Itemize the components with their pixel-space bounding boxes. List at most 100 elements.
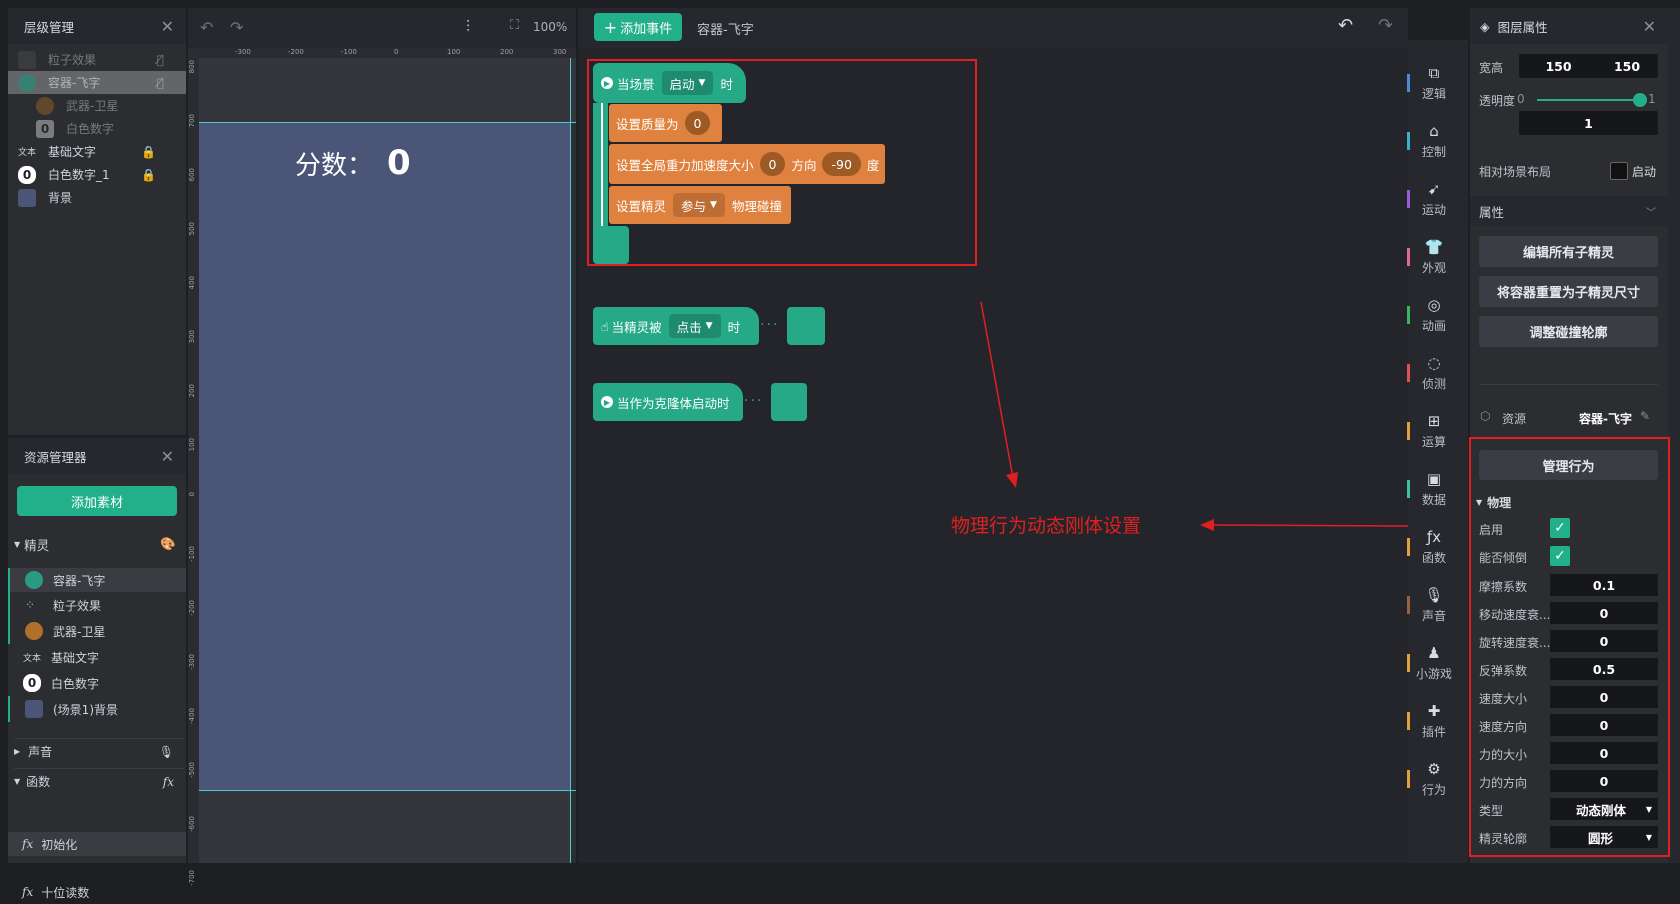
edit-pencil-icon[interactable]: ✎ xyxy=(1640,409,1650,423)
function-icon: ƒx xyxy=(1426,528,1442,546)
motion-icon: ➹ xyxy=(1427,180,1441,198)
restitution-input[interactable]: 0.5 xyxy=(1550,658,1658,680)
expand-arrow-icon: ▼ xyxy=(1476,498,1483,507)
opacity-slider-fill xyxy=(1537,99,1640,101)
category-control[interactable]: ⌂ 控制 xyxy=(1405,122,1463,160)
annotation-text: 物理行为动态刚体设置 xyxy=(951,515,1142,537)
function-item-tens[interactable]: fx 十位读数 xyxy=(8,880,186,904)
control-icon: ⌂ xyxy=(1429,122,1439,140)
close-icon[interactable]: ✕ xyxy=(1643,17,1656,36)
angular-damping-label: 旋转速度衰... xyxy=(1479,636,1551,650)
category-function[interactable]: ƒx 函数 xyxy=(1405,528,1463,566)
opacity-slider-track[interactable] xyxy=(1537,93,1647,107)
category-plugin[interactable]: ✚ 插件 xyxy=(1405,702,1463,740)
divider xyxy=(1479,384,1658,385)
category-logic[interactable]: ⧉ 逻辑 xyxy=(1405,64,1463,102)
physics-section-label: 物理 xyxy=(1487,496,1512,510)
linear-damping-label: 移动速度衰... xyxy=(1479,608,1551,622)
can-tilt-label: 能否倾倒 xyxy=(1479,551,1528,565)
category-label: 函数 xyxy=(1421,551,1446,565)
animation-icon: ◎ xyxy=(1427,296,1441,314)
category-sensing[interactable]: ◌ 侦测 xyxy=(1405,354,1463,392)
speed-direction-label: 速度方向 xyxy=(1479,720,1528,734)
category-label: 运算 xyxy=(1421,435,1446,449)
body-type-value: 动态刚体 xyxy=(1576,802,1627,818)
manage-behavior-button[interactable]: 管理行为 xyxy=(1479,450,1658,480)
minigame-icon: ♟ xyxy=(1427,644,1441,662)
category-label: 插件 xyxy=(1421,725,1446,739)
sprite-shape-label: 精灵轮廓 xyxy=(1479,832,1528,846)
sprite-shape-select[interactable]: 圆形 ▼ xyxy=(1550,826,1658,848)
linear-damping-input[interactable]: 0 xyxy=(1550,602,1658,624)
attributes-section-header[interactable]: 属性 ﹀ xyxy=(1470,196,1668,226)
enable-label: 启用 xyxy=(1479,523,1504,537)
category-label: 侦测 xyxy=(1421,377,1446,391)
category-label: 声音 xyxy=(1421,609,1446,623)
operator-icon: ⊞ xyxy=(1427,412,1441,430)
category-operator[interactable]: ⊞ 运算 xyxy=(1405,412,1463,450)
looks-icon: 👕 xyxy=(1424,238,1444,256)
properties-panel-title: 图层属性 xyxy=(1497,19,1548,35)
force-direction-input[interactable]: 0 xyxy=(1550,770,1658,792)
category-looks[interactable]: 👕 外观 xyxy=(1405,238,1463,276)
category-label: 数据 xyxy=(1421,493,1446,507)
size-label: 宽高 xyxy=(1479,61,1504,75)
opacity-max: 1 xyxy=(1648,92,1656,106)
category-label: 控制 xyxy=(1421,145,1446,159)
enable-checkbox[interactable]: ✓ xyxy=(1550,518,1570,538)
dropdown-arrow-icon: ▼ xyxy=(1645,804,1652,814)
function-icon: fx xyxy=(22,885,34,899)
speed-label: 速度大小 xyxy=(1479,692,1528,706)
properties-panel-header: ◈ 图层属性 ✕ xyxy=(1470,8,1668,44)
width-input[interactable]: 150 xyxy=(1519,54,1598,78)
resource-label: 资源 xyxy=(1502,412,1527,426)
body-type-label: 类型 xyxy=(1479,804,1504,818)
force-input[interactable]: 0 xyxy=(1550,742,1658,764)
resource-value: 容器-飞字 xyxy=(1579,412,1632,426)
force-label: 力的大小 xyxy=(1479,748,1528,762)
category-label: 小游戏 xyxy=(1415,667,1452,681)
category-label: 运动 xyxy=(1421,203,1446,217)
opacity-input[interactable]: 1 xyxy=(1519,111,1658,135)
data-icon: ▣ xyxy=(1426,470,1442,488)
sensing-icon: ◌ xyxy=(1427,354,1441,372)
friction-input[interactable]: 0.1 xyxy=(1550,574,1658,596)
opacity-label: 透明度 xyxy=(1479,94,1516,108)
dropdown-arrow-icon: ▼ xyxy=(1645,832,1652,842)
category-label: 逻辑 xyxy=(1421,87,1446,101)
opacity-slider-knob[interactable] xyxy=(1633,93,1647,107)
behavior-icon: ⚙ xyxy=(1427,760,1441,778)
friction-label: 摩擦系数 xyxy=(1479,580,1528,594)
edit-children-button[interactable]: 编辑所有子精灵 xyxy=(1479,236,1658,267)
opacity-min: 0 xyxy=(1517,92,1525,106)
category-minigame[interactable]: ♟ 小游戏 xyxy=(1405,644,1463,682)
sound-icon: 🎙 xyxy=(1424,586,1444,604)
ruler-tick-label: -700 xyxy=(188,870,196,886)
resource-cube-icon: ⬡ xyxy=(1480,409,1491,423)
category-label: 动画 xyxy=(1421,319,1446,333)
can-tilt-checkbox[interactable]: ✓ xyxy=(1550,546,1570,566)
sprite-shape-value: 圆形 xyxy=(1588,830,1614,846)
reset-container-size-button[interactable]: 将容器重置为子精灵尺寸 xyxy=(1479,276,1658,307)
speed-direction-input[interactable]: 0 xyxy=(1550,714,1658,736)
logic-icon: ⧉ xyxy=(1428,64,1440,82)
category-label: 行为 xyxy=(1421,783,1446,797)
relative-layout-toggle-label: 启动 xyxy=(1632,165,1657,179)
adjust-collision-button[interactable]: 调整碰撞轮廓 xyxy=(1479,316,1658,347)
category-animation[interactable]: ◎ 动画 xyxy=(1405,296,1463,334)
category-behavior[interactable]: ⚙ 行为 xyxy=(1405,760,1463,798)
category-motion[interactable]: ➹ 运动 xyxy=(1405,180,1463,218)
relative-layout-checkbox[interactable] xyxy=(1610,162,1628,180)
speed-input[interactable]: 0 xyxy=(1550,686,1658,708)
angular-damping-input[interactable]: 0 xyxy=(1550,630,1658,652)
layers-stack-icon: ◈ xyxy=(1480,18,1490,34)
restitution-label: 反弹系数 xyxy=(1479,664,1528,678)
category-data[interactable]: ▣ 数据 xyxy=(1405,470,1463,508)
force-direction-label: 力的方向 xyxy=(1479,776,1528,790)
physics-section-header[interactable]: ▼ 物理 xyxy=(1476,494,1511,511)
height-input[interactable]: 150 xyxy=(1596,54,1658,78)
function-label: 十位读数 xyxy=(41,885,90,900)
body-type-select[interactable]: 动态刚体 ▼ xyxy=(1550,798,1658,820)
attributes-section-label: 属性 xyxy=(1479,204,1505,220)
category-sound[interactable]: 🎙 声音 xyxy=(1405,586,1463,624)
